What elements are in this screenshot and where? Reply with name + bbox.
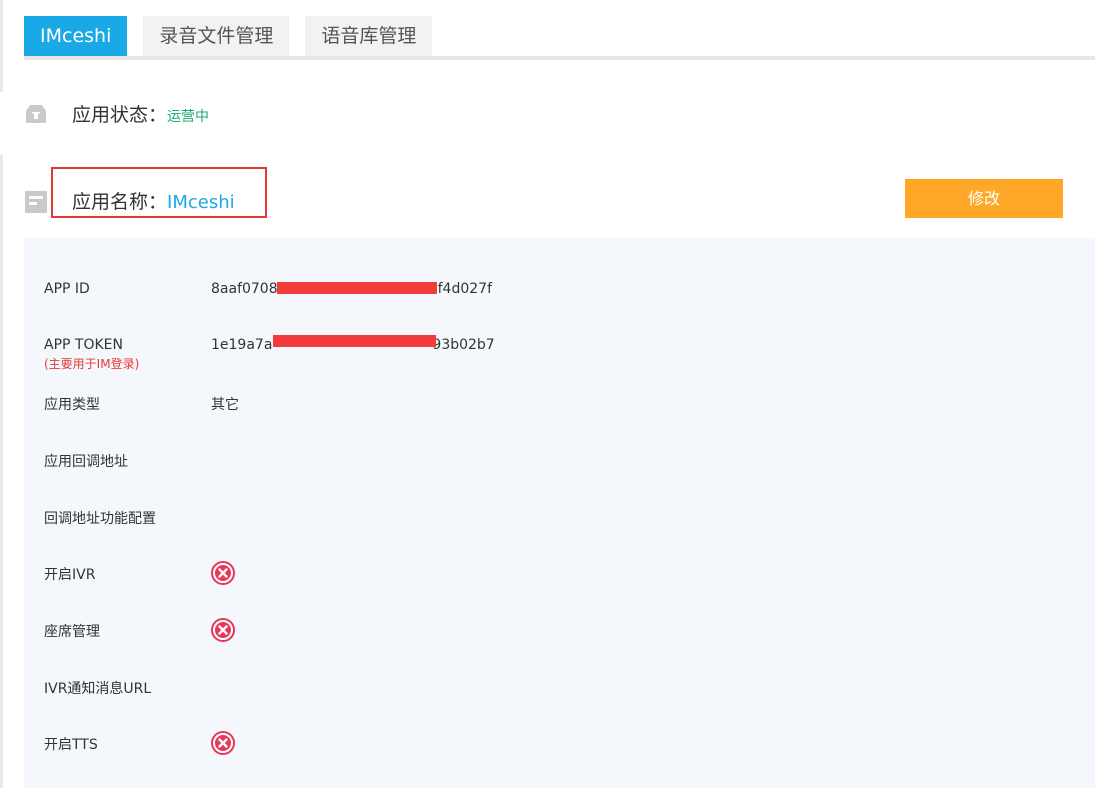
app-status-value: 运营中 xyxy=(167,109,210,125)
tab-recording-files[interactable]: 录音文件管理 xyxy=(143,16,290,56)
ivr-notify-url-label: IVR通知消息URL xyxy=(44,681,152,697)
tab-imceshi[interactable]: IMceshi xyxy=(24,16,128,56)
tab-underline xyxy=(24,56,1095,60)
app-name-value: IMceshi xyxy=(167,192,235,213)
app-name-label: 应用名称： xyxy=(72,191,168,213)
details-panel xyxy=(24,238,1095,788)
app-token-note: (主要用于IM登录) xyxy=(44,357,140,371)
app-type-label: 应用类型 xyxy=(44,397,100,413)
tab-bar: IMceshi 录音文件管理 语音库管理 xyxy=(24,16,448,58)
edit-button[interactable]: 修改 xyxy=(905,179,1063,218)
enable-tts-label: 开启TTS xyxy=(44,737,98,753)
left-border-bottom xyxy=(0,155,3,788)
disabled-x-icon xyxy=(211,618,235,642)
document-icon xyxy=(25,191,47,213)
redaction-bar xyxy=(277,282,437,294)
redaction-bar xyxy=(273,335,436,347)
app-status-label: 应用状态： xyxy=(72,104,168,126)
callback-url-label: 应用回调地址 xyxy=(44,454,128,470)
app-type-value: 其它 xyxy=(211,397,239,413)
app-token-label: APP TOKEN xyxy=(44,337,123,353)
enable-ivr-label: 开启IVR xyxy=(44,567,96,583)
tab-voice-library[interactable]: 语音库管理 xyxy=(305,16,433,56)
app-name: 应用名称：IMceshi xyxy=(72,187,235,214)
left-border-top xyxy=(0,0,3,92)
callback-config-label: 回调地址功能配置 xyxy=(44,511,156,527)
inbox-icon xyxy=(26,105,46,123)
disabled-x-icon xyxy=(211,731,235,755)
app-status: 应用状态：运营中 xyxy=(72,100,209,127)
disabled-x-icon xyxy=(211,561,235,585)
seat-management-label: 座席管理 xyxy=(44,624,100,640)
app-id-label: APP ID xyxy=(44,281,90,297)
